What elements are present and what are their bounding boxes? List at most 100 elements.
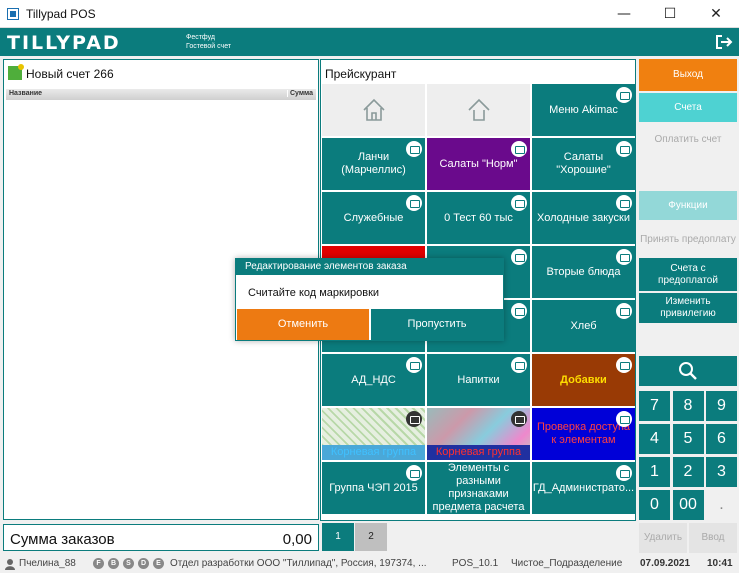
total-label: Сумма заказов [10,531,115,548]
folder-icon [616,141,632,157]
search-button[interactable] [639,356,737,386]
home-icon [362,98,385,121]
page-1-button[interactable]: 1 [322,523,354,551]
pricelist-tile[interactable]: АД_НДС [322,354,425,406]
keypad-key[interactable]: 3 [706,457,737,487]
up-arrow-icon [467,98,490,121]
keypad-key[interactable]: 7 [639,391,670,421]
bills-button[interactable]: Счета [639,93,737,122]
folder-icon [616,411,632,427]
badge-b: B [108,558,119,569]
window-titlebar: Tillypad POS — ☐ ✕ [0,0,739,28]
keypad-key[interactable]: 8 [672,391,704,421]
bill-type: Гостевой счет [186,43,232,50]
folder-icon [616,465,632,481]
bill-icon [8,64,24,80]
app-header: TILLYPAD Фестфуд Гостевой счет [0,28,739,56]
folder-icon [616,249,632,265]
tile-label: Ланчи (Марчеллис) [341,151,406,176]
pricelist-tile[interactable]: Напитки [427,354,530,406]
accept-prepayment-button[interactable]: Принять предоплату [639,223,737,256]
folder-icon [511,141,527,157]
pricelist-tile[interactable]: 0 Тест 60 тыс [427,192,530,244]
keypad-key[interactable]: 00 [672,490,704,520]
organization: Отдел разработки ООО "Тиллипад", Россия,… [170,558,427,569]
pricelist-tile[interactable]: ГД_Администрато... [532,462,635,514]
folder-icon [406,357,422,373]
delete-button[interactable]: Удалить [639,523,687,553]
tile-label: Салаты "Хорошие" [556,151,611,176]
pricelist-tile[interactable]: Элементы с разными признаками предмета р… [427,462,530,514]
user-name: Пчелина_88 [19,558,76,569]
app-icon [7,8,19,20]
keypad-key[interactable]: . [706,490,737,520]
close-button[interactable]: ✕ [693,0,739,28]
date: 07.09.2021 [640,558,691,569]
functions-button[interactable]: Функции [639,191,737,220]
pricelist-tile[interactable]: Добавки [532,354,635,406]
tile-label: Корневая группа [427,445,530,460]
badge-d: D [138,558,149,569]
pricelist-tile[interactable]: Вторые блюда [532,246,635,298]
pricelist-title: Прейскурант [325,67,397,81]
folder-icon [406,141,422,157]
keypad-key[interactable]: 9 [706,391,737,421]
dialog-title: Редактирование элементов заказа [236,259,503,275]
pricelist-tile[interactable]: Группа ЧЭП 2015 [322,462,425,514]
enter-button[interactable]: Ввод [689,523,737,553]
pricelist-tile[interactable]: Служебные [322,192,425,244]
pricelist-tile[interactable]: Проверка доступа к элементам [532,408,635,460]
search-icon [679,362,697,380]
keypad-key[interactable]: 4 [639,424,670,454]
minimize-button[interactable]: — [601,0,647,28]
status-bar: Пчелина_88 F B S D E Отдел разработки ОО… [0,555,739,573]
tile-label: АД_НДС [351,373,396,386]
tile-label: ГД_Администрато... [532,481,635,494]
pricelist-tile[interactable] [427,84,530,136]
venue-name: Фестфуд [186,34,215,41]
user-icon [5,559,15,570]
exit-button[interactable]: Выход [639,59,737,91]
keypad-key[interactable]: 0 [639,490,670,520]
change-privilege-button[interactable]: Изменить привилегию [639,293,737,323]
folder-icon [616,303,632,319]
tile-label: Служебные [343,211,404,224]
keypad-key[interactable]: 5 [672,424,704,454]
folder-icon [406,465,422,481]
folder-icon [406,411,422,427]
total-value: 0,00 [282,531,312,548]
keypad-key[interactable]: 2 [672,457,704,487]
department: Чистое_Подразделение [511,558,623,569]
dialog-message: Считайте код маркировки [248,287,380,299]
prepaid-bills-button[interactable]: Счета с предоплатой [639,258,737,291]
pricelist-tile[interactable]: Корневая группа [322,408,425,460]
tile-label: Группа ЧЭП 2015 [329,481,418,494]
pricelist-tile[interactable]: Ланчи (Марчеллис) [322,138,425,190]
folder-icon [511,249,527,265]
edit-order-dialog: Редактирование элементов заказа Считайте… [235,258,504,341]
folder-icon [511,195,527,211]
tile-label: 0 Тест 60 тыс [444,211,513,224]
logout-icon[interactable] [715,34,733,50]
column-sum: Сумма [286,90,313,97]
pricelist-tile[interactable]: Хлеб [532,300,635,352]
pricelist-tile[interactable] [322,84,425,136]
page-2-button[interactable]: 2 [355,523,387,551]
pricelist-tile[interactable]: Холодные закуски [532,192,635,244]
tile-label: Элементы с разными признаками предмета р… [432,462,525,513]
pricelist-tile[interactable]: Салаты "Норм" [427,138,530,190]
folder-icon [511,411,527,427]
skip-button[interactable]: Пропустить [371,309,503,340]
keypad-key[interactable]: 6 [706,424,737,454]
maximize-button[interactable]: ☐ [647,0,693,28]
pay-bill-button[interactable]: Оплатить счет [639,125,737,155]
tile-label: Проверка доступа к элементам [536,421,631,446]
folder-icon [511,357,527,373]
column-name: Название [9,90,43,97]
keypad-key[interactable]: 1 [639,457,670,487]
pricelist-tile[interactable]: Салаты "Хорошие" [532,138,635,190]
cancel-button[interactable]: Отменить [237,309,369,340]
pricelist-tile[interactable]: Меню Akimac [532,84,635,136]
pricelist-tile[interactable]: Корневая группа [427,408,530,460]
time: 10:41 [707,558,733,569]
